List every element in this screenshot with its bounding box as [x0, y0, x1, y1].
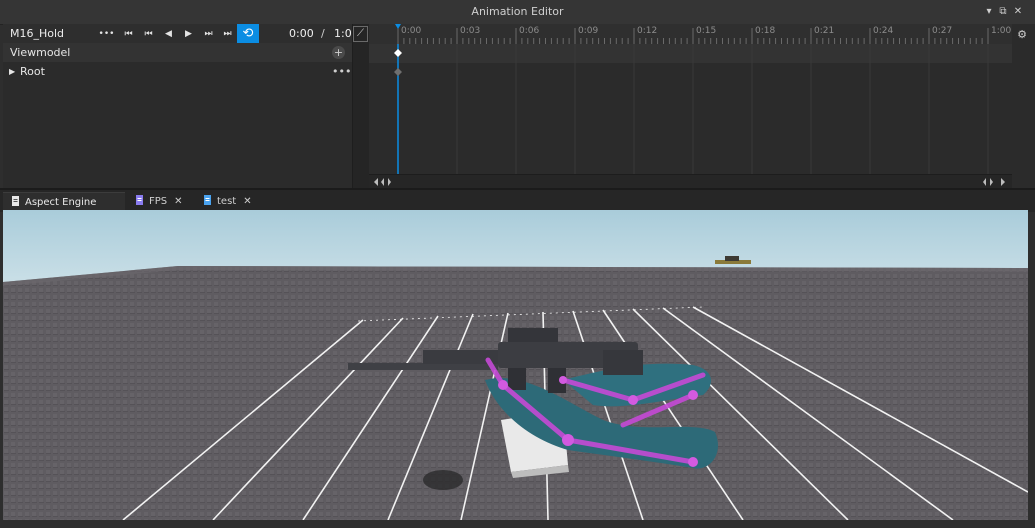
- dropdown-arrow-icon[interactable]: ▾: [982, 5, 996, 19]
- zoom-handle-right-icon[interactable]: [388, 178, 391, 186]
- skip-to-end-icon[interactable]: ⏭: [219, 26, 236, 42]
- add-icon[interactable]: +: [332, 46, 345, 59]
- document-tab-bar: Aspect Engine V2✕ FPS✕ test✕: [0, 188, 1035, 228]
- 3d-viewport[interactable]: [3, 210, 1028, 520]
- module-icon: [204, 195, 211, 205]
- scroll-right-icon[interactable]: [1001, 178, 1005, 186]
- expand-arrow-icon[interactable]: ▶: [9, 62, 15, 81]
- current-time-field[interactable]: 0:00: [289, 24, 314, 44]
- undock-icon[interactable]: ⧉: [996, 5, 1010, 19]
- ruler-tick-label: 0:15: [696, 26, 717, 36]
- skip-to-start-icon[interactable]: ⏮: [120, 26, 137, 42]
- track-label: Root: [20, 65, 45, 78]
- tab-fps[interactable]: FPS ✕: [127, 192, 192, 212]
- ruler-tick-label: 0:24: [873, 26, 894, 36]
- animation-name[interactable]: M16_Hold: [10, 24, 64, 44]
- tab-label: test: [217, 196, 237, 207]
- ruler-tick-label: 0:00: [401, 26, 422, 36]
- ruler-tick-label: 0:21: [814, 26, 835, 36]
- ruler-tick-label: 0:03: [460, 26, 481, 36]
- keyframe-marker[interactable]: [394, 68, 402, 76]
- panel-splitter[interactable]: ⟋: [352, 24, 369, 188]
- script-icon: [136, 195, 143, 205]
- track-row-bg: [369, 44, 1012, 63]
- ruler-tick-label: 0:27: [932, 26, 953, 36]
- shadow: [423, 470, 463, 490]
- tab-test[interactable]: test ✕: [195, 192, 259, 212]
- playback-toolbar: M16_Hold ••• ⏮ ⏮︎ ◀ ▶ ⏭︎ ⏭ ⟲ 0:00 / 1:00: [3, 24, 359, 44]
- keyframe-track-area[interactable]: [369, 44, 1012, 188]
- track-list-panel: M16_Hold ••• ⏮ ⏮︎ ◀ ▶ ⏭︎ ⏭ ⟲ 0:00 / 1:00…: [3, 24, 359, 188]
- status-strip: [0, 520, 1035, 528]
- ruler-tick-label: 0:12: [637, 26, 658, 36]
- zoom-handle-right-icon[interactable]: [990, 178, 993, 186]
- tab-label: FPS: [149, 196, 168, 207]
- script-icon: [12, 196, 19, 206]
- ruler-tick-label: 1:00: [991, 26, 1012, 36]
- scroll-left-icon[interactable]: [374, 178, 378, 186]
- close-icon[interactable]: ✕: [1011, 5, 1025, 19]
- loop-icon[interactable]: ⟲: [237, 24, 259, 44]
- curve-editor-icon[interactable]: ⟋: [353, 26, 368, 42]
- zoom-handle-left-icon[interactable]: [381, 178, 384, 186]
- more-icon[interactable]: •••: [98, 26, 115, 42]
- settings-icon[interactable]: ⚙: [1015, 28, 1029, 42]
- time-ruler[interactable]: 0:00 0:03 0:06 0:09 0:12 0:15 0:18 0:21 0:24 0:27…: [369, 24, 1012, 45]
- more-icon[interactable]: •••: [332, 62, 351, 81]
- vertical-scrollbar[interactable]: ⚙: [1012, 24, 1035, 188]
- zoom-handle-left-icon[interactable]: [983, 178, 986, 186]
- time-separator: /: [321, 27, 325, 40]
- timeline-panel[interactable]: 0:00 0:03 0:06 0:09 0:12 0:15 0:18 0:21 0:24 0:27…: [369, 24, 1012, 188]
- timeline-scrollbar[interactable]: [369, 174, 1012, 189]
- ruler-tick-label: 0:06: [519, 26, 540, 36]
- close-icon[interactable]: ✕: [243, 196, 251, 207]
- next-keyframe-icon[interactable]: ⏭︎: [200, 26, 217, 42]
- play-reverse-icon[interactable]: ◀: [160, 26, 177, 42]
- ruler-tick-label: 0:18: [755, 26, 776, 36]
- ruler-tick-label: 0:09: [578, 26, 599, 36]
- track-label: Viewmodel: [10, 46, 71, 59]
- previous-keyframe-icon[interactable]: ⏮︎: [140, 26, 157, 42]
- play-icon[interactable]: ▶: [180, 26, 197, 42]
- track-row-viewmodel[interactable]: Viewmodel +: [3, 43, 352, 62]
- track-row-root[interactable]: ▶ Root •••: [3, 62, 352, 81]
- window-title: Animation Editor: [471, 5, 564, 18]
- close-icon[interactable]: ✕: [174, 196, 182, 207]
- window-titlebar: Animation Editor ▾ ⧉ ✕: [0, 0, 1035, 25]
